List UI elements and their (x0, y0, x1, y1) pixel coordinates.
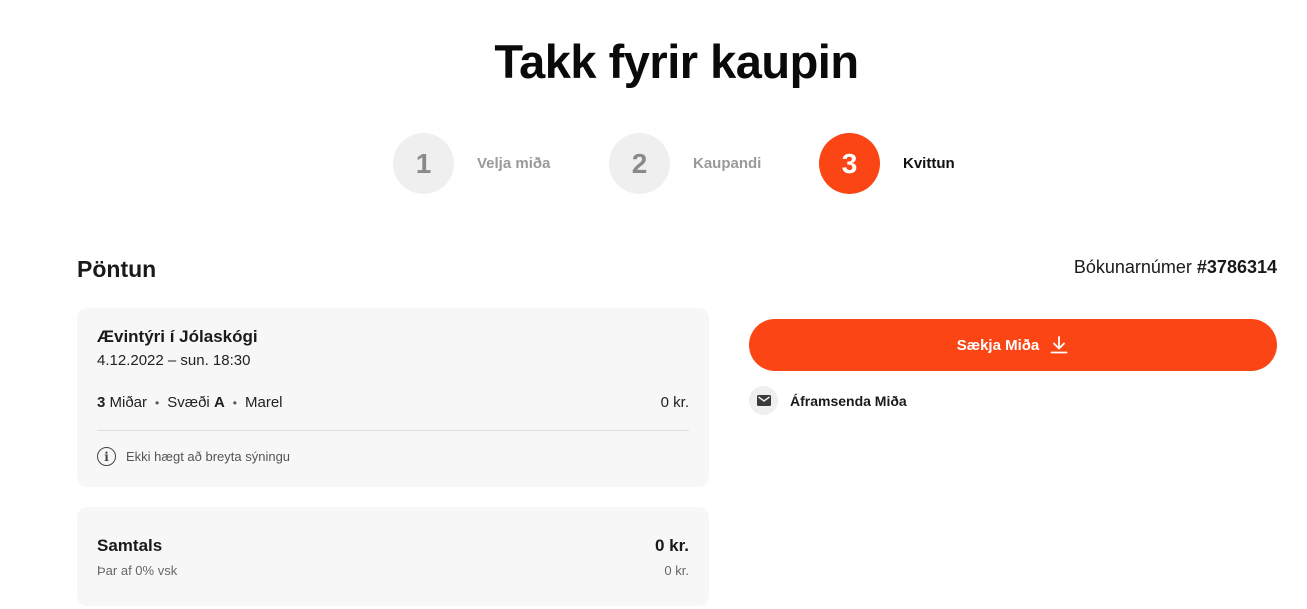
zone-value: A (213, 394, 225, 411)
step-3-number: 3 (819, 133, 880, 194)
step-1: 1 Velja miða (393, 133, 550, 194)
step-3: 3 Kvittun (819, 133, 955, 194)
divider (97, 430, 689, 431)
step-1-number: 1 (393, 133, 454, 194)
download-tickets-button[interactable]: Sækja Miða (749, 319, 1277, 371)
forward-tickets-link[interactable]: Áframsenda Miða (749, 386, 907, 415)
vat-label: Þar af 0% vsk (97, 563, 178, 578)
ticket-count: 3 (97, 394, 106, 411)
order-card: Ævintýri í Jólaskógi 4.12.2022 – sun. 18… (77, 308, 709, 487)
event-name: Ævintýri í Jólaskógi (97, 327, 258, 346)
booking-number: Bókunarnúmer #3786314 (1074, 257, 1277, 278)
download-icon (1049, 335, 1069, 355)
download-tickets-label: Sækja Miða (956, 336, 1040, 354)
step-2-label: Kaupandi (693, 155, 762, 172)
total-label: Samtals (97, 536, 163, 555)
step-1-label: Velja miða (477, 155, 551, 172)
change-notice: i Ekki hægt að breyta sýningu (97, 447, 290, 466)
ticket-label: Miðar (109, 394, 148, 411)
step-2: 2 Kaupandi (609, 133, 761, 194)
total-card: Samtals Þar af 0% vsk 0 kr. 0 kr. (77, 507, 709, 606)
step-3-label: Kvittun (903, 155, 955, 172)
ticket-summary: 3 Miðar • Svæði A • Marel (97, 394, 283, 411)
info-icon: i (97, 447, 116, 466)
event-date: 4.12.2022 – sun. 18:30 (97, 352, 251, 369)
mail-icon (749, 386, 778, 415)
booking-number-label: Bókunarnúmer (1073, 257, 1192, 277)
forward-tickets-label: Áframsenda Miða (790, 392, 907, 409)
separator-dot: • (232, 395, 237, 410)
page-title: Takk fyrir kaupin (494, 35, 859, 88)
vat-value: 0 kr. (664, 563, 689, 578)
ticket-price: 0 kr. (660, 394, 689, 411)
step-2-number: 2 (609, 133, 670, 194)
zone-label: Svæði (167, 394, 210, 411)
total-value: 0 kr. (654, 536, 689, 555)
order-section-title: Pöntun (77, 256, 157, 282)
separator-dot: • (155, 395, 160, 410)
checkout-steps: 1 Velja miða 2 Kaupandi 3 Kvittun (0, 133, 1307, 195)
booking-number-value: #3786314 (1196, 257, 1277, 277)
venue: Marel (244, 394, 283, 411)
change-notice-text: Ekki hægt að breyta sýningu (126, 449, 291, 464)
